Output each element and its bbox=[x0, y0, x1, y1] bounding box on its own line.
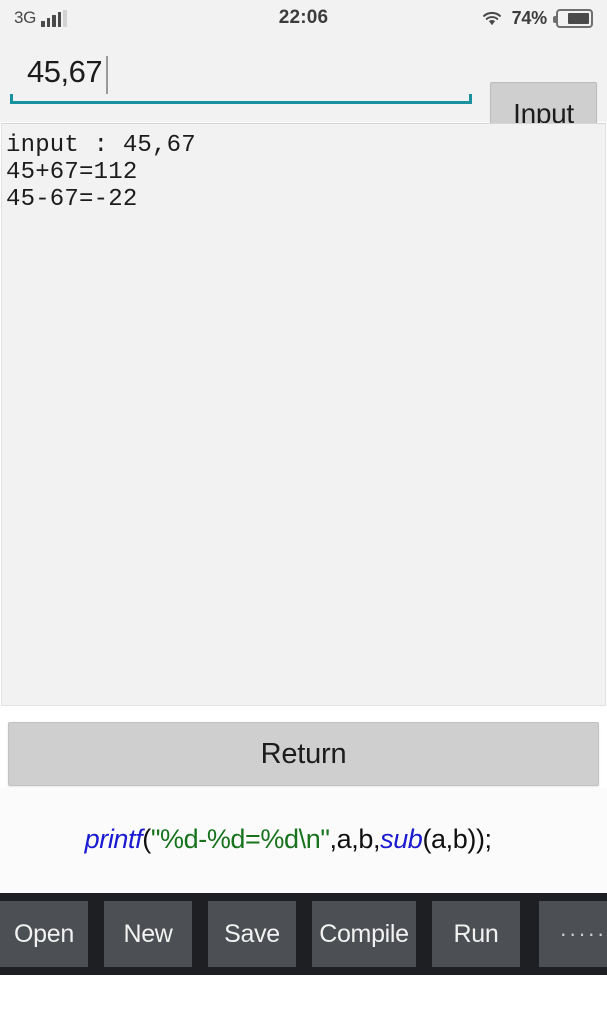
code-token-string: "%d-%d=%d\n" bbox=[150, 824, 330, 854]
battery-icon bbox=[553, 8, 593, 28]
bottom-toolbar: Open New Save Compile Run ····· bbox=[0, 893, 607, 975]
toolbar-button-new[interactable]: New bbox=[104, 901, 192, 967]
return-button[interactable]: Return bbox=[8, 722, 599, 786]
code-token-plain: (a,b)); bbox=[422, 824, 492, 854]
console-line: 45-67=-22 bbox=[6, 186, 138, 213]
input-field-wrapper bbox=[10, 46, 472, 108]
toolbar-button-more[interactable]: ····· bbox=[539, 901, 607, 967]
toolbar-button-save[interactable]: Save bbox=[208, 901, 296, 967]
code-token-plain: ,a,b, bbox=[329, 824, 381, 854]
code-line: printf("%d-%d=%d\n",a,b,sub(a,b)); bbox=[0, 788, 607, 890]
status-bar-left: 3G bbox=[14, 7, 67, 27]
wifi-icon bbox=[481, 10, 503, 27]
code-editor[interactable]: printf("%d-%d=%d\n",a,b,sub(a,b)); retur… bbox=[0, 788, 607, 893]
signal-bars-icon bbox=[41, 9, 67, 27]
network-type-label: 3G bbox=[14, 7, 37, 27]
input-row: Input bbox=[0, 36, 607, 145]
stdin-input[interactable] bbox=[10, 46, 472, 98]
app-screen: 3G 22:06 74% Inpu bbox=[0, 0, 607, 1020]
bottom-blank-area bbox=[0, 975, 607, 1020]
text-caret bbox=[106, 56, 108, 94]
code-token-function: printf bbox=[84, 824, 143, 854]
toolbar-button-compile[interactable]: Compile bbox=[312, 901, 416, 967]
console-line: input : 45,67 bbox=[6, 132, 196, 159]
console-output-panel[interactable]: input : 45,67 45+67=112 45-67=-22 bbox=[1, 123, 606, 706]
code-token-function: sub bbox=[380, 824, 423, 854]
status-bar: 3G 22:06 74% bbox=[0, 0, 607, 36]
toolbar-button-run[interactable]: Run bbox=[432, 901, 520, 967]
toolbar-button-open[interactable]: Open bbox=[0, 901, 88, 967]
status-bar-right: 74% bbox=[481, 8, 593, 29]
code-token-plain: ( bbox=[142, 824, 151, 854]
console-line: 45+67=112 bbox=[6, 159, 138, 186]
input-underline bbox=[10, 94, 472, 104]
battery-percent-label: 74% bbox=[511, 7, 548, 28]
